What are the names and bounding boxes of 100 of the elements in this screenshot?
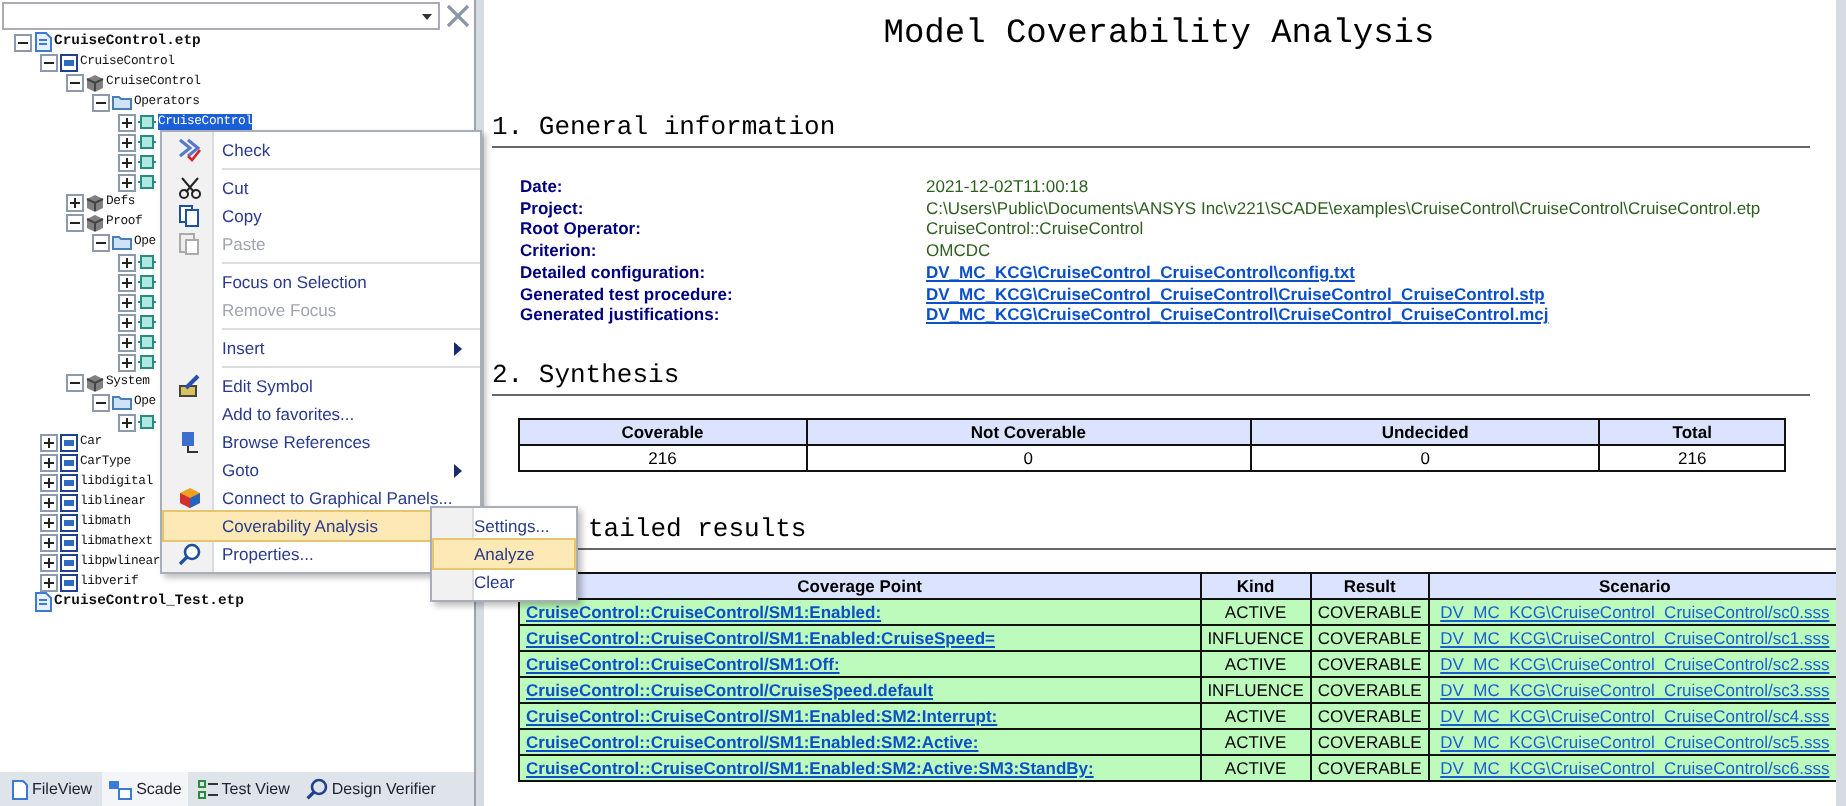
expander-icon[interactable]	[118, 293, 136, 311]
column-header: Scenario	[1428, 572, 1836, 599]
table-cell: ACTIVE	[1200, 728, 1311, 755]
column-header: Not Coverable	[806, 418, 1251, 445]
field-label: Root Operator:	[520, 218, 643, 241]
expander-icon[interactable]	[118, 173, 136, 191]
field-value: OMCDC	[926, 240, 991, 261]
view-tab[interactable]: Scade	[102, 772, 188, 806]
table-cell: COVERABLE	[1310, 624, 1429, 651]
check-icon	[177, 138, 201, 162]
field-label: Detailed configuration:	[520, 261, 708, 284]
field-value: C:\Users\Public\Documents\ANSYS Inc\v221\SCADE\examples\CruiseControl\CruiseControl\CruiseControl.etp	[926, 197, 1761, 218]
expander-icon[interactable]	[66, 373, 84, 391]
table-cell: COVERABLE	[1310, 650, 1429, 677]
cube-icon	[86, 73, 104, 91]
table-cell: COVERABLE	[1310, 598, 1429, 625]
expander-icon[interactable]	[40, 553, 58, 571]
table-cell: 216	[1599, 444, 1785, 471]
scissors-icon	[177, 176, 201, 200]
expander-icon[interactable]	[118, 313, 136, 331]
menu-item[interactable]: Add to favorites...	[164, 400, 478, 428]
column-header: Coverable	[519, 418, 806, 445]
file-link[interactable]: DV_MC_KCG\CruiseControl_CruiseControl\config.txt	[926, 261, 1355, 282]
references-icon	[177, 430, 201, 454]
file-link[interactable]: DV_MC_KCG\CruiseControl_CruiseControl\CruiseControl_CruiseControl.mcj	[926, 304, 1549, 325]
table-cell: COVERABLE	[1310, 676, 1429, 703]
menu-item[interactable]: Browse References	[164, 428, 478, 456]
expander-icon[interactable]	[40, 453, 58, 471]
expander-icon[interactable]	[118, 253, 136, 271]
table-cell: 216	[519, 444, 806, 471]
expander-icon[interactable]	[40, 433, 58, 451]
menu-item[interactable]: Cut	[164, 174, 478, 202]
expander-icon[interactable]	[92, 233, 110, 251]
table-cell: ACTIVE	[1200, 650, 1311, 677]
cube-icon	[86, 373, 104, 391]
expander-icon[interactable]	[40, 573, 58, 591]
pencil-icon	[177, 374, 201, 398]
table-cell: COVERABLE	[1310, 702, 1429, 729]
menu-item[interactable]: Insert	[164, 334, 478, 362]
close-icon[interactable]	[444, 2, 472, 30]
expander-icon[interactable]	[118, 133, 136, 151]
expander-icon[interactable]	[40, 473, 58, 491]
expander-icon[interactable]	[40, 533, 58, 551]
menu-item[interactable]: Connect to Graphical Panels...	[164, 484, 478, 512]
folder-icon	[112, 394, 132, 410]
expander-icon[interactable]	[118, 413, 136, 431]
expander-icon[interactable]	[92, 93, 110, 111]
menu-item[interactable]: Edit Symbol	[164, 372, 478, 400]
folder-icon	[112, 234, 132, 250]
expander-icon[interactable]	[118, 113, 136, 131]
operator-icon	[138, 114, 156, 130]
report-title: Model Coverability Analysis	[881, 14, 1437, 58]
expander-icon[interactable]	[66, 73, 84, 91]
table-cell: INFLUENCE	[1200, 676, 1311, 703]
expander-icon[interactable]	[66, 193, 84, 211]
cube-icon	[86, 213, 104, 231]
table-cell: INFLUENCE	[1200, 624, 1311, 651]
expander-icon[interactable]	[40, 493, 58, 511]
field-label: Date:	[520, 176, 565, 198]
magnifier-icon	[305, 778, 328, 800]
menu-item[interactable]: Goto	[164, 456, 478, 484]
expander-icon[interactable]	[14, 33, 32, 51]
cube-icon	[86, 193, 104, 211]
view-tab[interactable]: FileView	[6, 772, 99, 806]
checklist-icon	[197, 779, 218, 799]
document-icon	[34, 32, 52, 52]
menu-item[interactable]: Copy	[164, 202, 478, 230]
table-cell: COVERABLE	[1310, 728, 1429, 755]
table-cell: ACTIVE	[1200, 598, 1311, 625]
file-link[interactable]: DV_MC_KCG\CruiseControl_CruiseControl\CruiseControl_CruiseControl.stp	[926, 283, 1545, 304]
view-tab[interactable]: Test View	[191, 772, 296, 806]
expander-icon[interactable]	[118, 353, 136, 371]
field-value: CruiseControl::CruiseControl	[926, 218, 1144, 239]
table-cell: 0	[1250, 444, 1600, 471]
field-label: Generated justifications:	[520, 304, 722, 326]
field-label: Project:	[520, 197, 586, 219]
field-label: Generated test procedure:	[520, 283, 735, 305]
expander-icon[interactable]	[92, 393, 110, 411]
menu-item[interactable]: Focus on Selection	[164, 268, 478, 296]
expander-icon[interactable]	[118, 333, 136, 351]
expander-icon[interactable]	[66, 213, 84, 231]
expander-icon[interactable]	[40, 53, 58, 71]
menu-item[interactable]: Check	[164, 136, 478, 164]
model-icon	[108, 779, 133, 799]
field-value: 2021-12-02T11:00:18	[926, 176, 1089, 196]
section-heading: 1. General information	[492, 112, 1810, 148]
table-cell: ACTIVE	[1200, 754, 1311, 781]
properties-icon	[177, 542, 201, 566]
expander-icon[interactable]	[118, 273, 136, 291]
menu-item[interactable]: Analyze	[434, 540, 574, 568]
paste-icon	[177, 232, 201, 256]
view-tab[interactable]: Design Verifier	[299, 772, 442, 806]
expander-icon[interactable]	[40, 513, 58, 531]
table-cell: COVERABLE	[1310, 754, 1429, 781]
expander-icon[interactable]	[118, 153, 136, 171]
table-cell: 0	[806, 444, 1251, 471]
section-heading: 2. Synthesis	[492, 359, 1810, 396]
copy-icon	[177, 204, 201, 228]
package-icon	[60, 53, 78, 71]
folder-icon	[112, 94, 132, 110]
